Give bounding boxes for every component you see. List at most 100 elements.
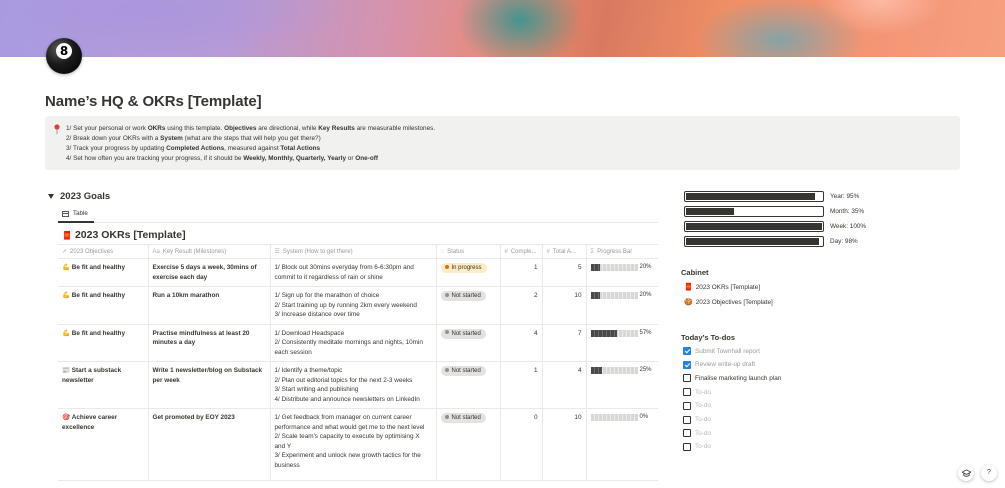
todo-label: Review write-up draft bbox=[695, 361, 756, 369]
todo-item[interactable]: To-do bbox=[683, 388, 711, 397]
completed-cell[interactable]: 4 bbox=[499, 324, 542, 362]
completed-cell[interactable]: 0 bbox=[499, 408, 542, 481]
page-title[interactable]: Name’s HQ & OKRs [Template] bbox=[45, 93, 262, 110]
todo-text[interactable]: To-do bbox=[695, 430, 711, 437]
system-cell[interactable]: 1/ Get feedback from manager on current … bbox=[269, 408, 436, 481]
system-cell[interactable]: 1/ Sign up for the marathon of choice 2/ … bbox=[269, 286, 436, 325]
table-row[interactable]: 💪 Be fit and healthy Exercise 5 days a w… bbox=[58, 258, 658, 287]
todo-checkbox[interactable] bbox=[683, 360, 691, 369]
todo-text[interactable]: Submit Townhall report bbox=[695, 348, 760, 355]
progress-cell: 0% bbox=[585, 408, 658, 481]
todo-checkbox[interactable] bbox=[683, 388, 691, 397]
column-header-key-result[interactable]: Aa Key Result (Milestones) bbox=[147, 244, 270, 259]
total-cell[interactable]: 10 bbox=[541, 408, 586, 481]
cabinet-link[interactable]: 🧧 2023 OKRs [Template] bbox=[684, 283, 760, 292]
formula-sigma-icon: Σ bbox=[590, 248, 595, 255]
eight-ball-icon[interactable]: 8 bbox=[46, 38, 82, 74]
goals-toggle[interactable]: 2023 Goals bbox=[48, 191, 110, 202]
todo-label: To-do bbox=[695, 402, 711, 410]
todo-item[interactable]: Finalise marketing launch plan bbox=[683, 374, 781, 383]
system-cell[interactable]: 1/ Block out 30mins everyday from 6-6:30… bbox=[269, 258, 436, 287]
todo-item[interactable]: To-do bbox=[683, 442, 711, 451]
table-row[interactable]: 🎯 Achieve career excellence Get promoted… bbox=[58, 408, 658, 481]
view-tab-table[interactable]: Table bbox=[62, 210, 88, 217]
progress-bar bbox=[590, 292, 638, 300]
callout-text-segment: are directional, while bbox=[256, 125, 319, 132]
completed-cell[interactable]: 2 bbox=[499, 286, 542, 325]
total-value: 10 bbox=[574, 414, 582, 421]
completed-cell[interactable]: 1 bbox=[499, 258, 542, 287]
objective-link[interactable]: Start a substack newsletter bbox=[62, 367, 121, 384]
todo-text[interactable]: To-do bbox=[695, 443, 711, 450]
total-cell[interactable]: 7 bbox=[541, 324, 586, 362]
todo-checkbox[interactable] bbox=[683, 415, 691, 424]
callout-bold-text: OKRs bbox=[147, 125, 166, 132]
key-result-cell[interactable]: Run a 10km marathon bbox=[147, 286, 270, 325]
todo-item[interactable]: To-do bbox=[683, 415, 711, 424]
status-cell[interactable]: Not started bbox=[435, 408, 500, 481]
objective-cell[interactable]: 💪 Be fit and healthy bbox=[58, 286, 148, 325]
todo-checkbox[interactable] bbox=[683, 429, 691, 438]
todo-checkbox[interactable] bbox=[683, 442, 691, 451]
column-header-objectives[interactable]: ↗ 2023 Objectives bbox=[58, 244, 148, 259]
todo-text[interactable]: Review write-up draft bbox=[695, 361, 755, 368]
callout-text-segment: 2/ Break down your OKRs with a bbox=[66, 135, 161, 142]
cover-image[interactable] bbox=[0, 0, 1005, 57]
system-cell[interactable]: 1/ Download Headspace 2/ Consistently med… bbox=[269, 324, 436, 362]
todo-text[interactable]: Finalise marketing launch plan bbox=[695, 375, 781, 382]
status-dot-icon bbox=[444, 367, 449, 372]
column-header-system[interactable]: ☰ System (How to get there) bbox=[269, 244, 436, 259]
status-cell[interactable]: Not started bbox=[435, 361, 500, 409]
todo-item[interactable]: Review write-up draft bbox=[683, 360, 755, 369]
table-row[interactable]: 💪 Be fit and healthy Run a 10km marathon… bbox=[58, 286, 658, 325]
todo-checkbox[interactable] bbox=[683, 374, 691, 383]
table-view-icon bbox=[62, 210, 69, 217]
graduation-cap-icon[interactable] bbox=[958, 465, 974, 481]
objective-cell[interactable]: 📰 Start a substack newsletter bbox=[58, 361, 148, 409]
status-cell[interactable]: In progress bbox=[435, 258, 500, 287]
help-button[interactable]: ? bbox=[981, 465, 997, 481]
completed-cell[interactable]: 1 bbox=[499, 361, 542, 409]
objective-cell[interactable]: 🎯 Achieve career excellence bbox=[58, 408, 148, 481]
total-cell[interactable]: 10 bbox=[541, 286, 586, 325]
objective-link[interactable]: Achieve career excellence bbox=[62, 414, 117, 431]
objective-link[interactable]: Be fit and healthy bbox=[72, 264, 125, 271]
objective-cell[interactable]: 💪 Be fit and healthy bbox=[58, 258, 148, 287]
todo-checkbox[interactable] bbox=[683, 401, 691, 410]
todo-item[interactable]: To-do bbox=[683, 429, 711, 438]
key-result-cell[interactable]: Get promoted by EOY 2023 bbox=[147, 408, 270, 481]
column-header-completed[interactable]: # Comple... bbox=[499, 244, 542, 259]
key-result-cell[interactable]: Practise mindfulness at least 20 minutes… bbox=[147, 324, 270, 362]
callout-bold-text: Completed Actions bbox=[166, 145, 225, 152]
system-step: 3/ Experiment and unlock new growth tact… bbox=[274, 452, 421, 469]
database-title[interactable]: 🧧 2023 OKRs [Template] bbox=[62, 229, 186, 241]
objective-cell[interactable]: 💪 Be fit and healthy bbox=[58, 324, 148, 362]
objective-link[interactable]: Be fit and healthy bbox=[72, 292, 125, 299]
cabinet-link-label: 2023 Objectives [Template] bbox=[695, 298, 773, 306]
todo-text[interactable]: To-do bbox=[695, 402, 711, 409]
column-header-status[interactable]: ◌ Status bbox=[435, 244, 500, 259]
system-cell[interactable]: 1/ Identify a theme/topic 2/ Plan out edi… bbox=[269, 361, 436, 409]
status-cell[interactable]: Not started bbox=[435, 324, 500, 362]
total-cell[interactable]: 4 bbox=[541, 361, 586, 409]
key-result-cell[interactable]: Write 1 newsletter/blog on Substack per … bbox=[147, 361, 270, 409]
todo-text[interactable]: To-do bbox=[695, 416, 711, 423]
total-cell[interactable]: 5 bbox=[541, 258, 586, 287]
objective-link[interactable]: Be fit and healthy bbox=[72, 330, 125, 337]
todo-text[interactable]: To-do bbox=[695, 389, 711, 396]
system-step: 1/ Block out 30mins everyday from 6-6:30… bbox=[274, 264, 414, 281]
key-result-cell[interactable]: Exercise 5 days a week, 30mins of exerci… bbox=[147, 258, 270, 287]
table-row[interactable]: 💪 Be fit and healthy Practise mindfulnes… bbox=[58, 324, 658, 362]
column-header-total[interactable]: # Total A... bbox=[541, 244, 586, 259]
objective-emoji-icon: 💪 bbox=[62, 292, 70, 299]
time-progress-row: Year: 95% bbox=[684, 191, 859, 202]
column-header-progress-bar[interactable]: Σ Progress Bar bbox=[585, 244, 658, 259]
table-row[interactable]: 📰 Start a substack newsletter Write 1 ne… bbox=[58, 361, 658, 409]
toggle-triangle-icon[interactable] bbox=[48, 194, 54, 199]
todo-item[interactable]: Submit Townhall report bbox=[683, 347, 760, 355]
cabinet-link[interactable]: 🍪 2023 Objectives [Template] bbox=[684, 298, 773, 307]
todo-item[interactable]: To-do bbox=[683, 401, 711, 410]
todo-label: Finalise marketing launch plan bbox=[695, 374, 782, 382]
todo-checkbox[interactable] bbox=[683, 347, 691, 355]
status-cell[interactable]: Not started bbox=[435, 286, 500, 325]
